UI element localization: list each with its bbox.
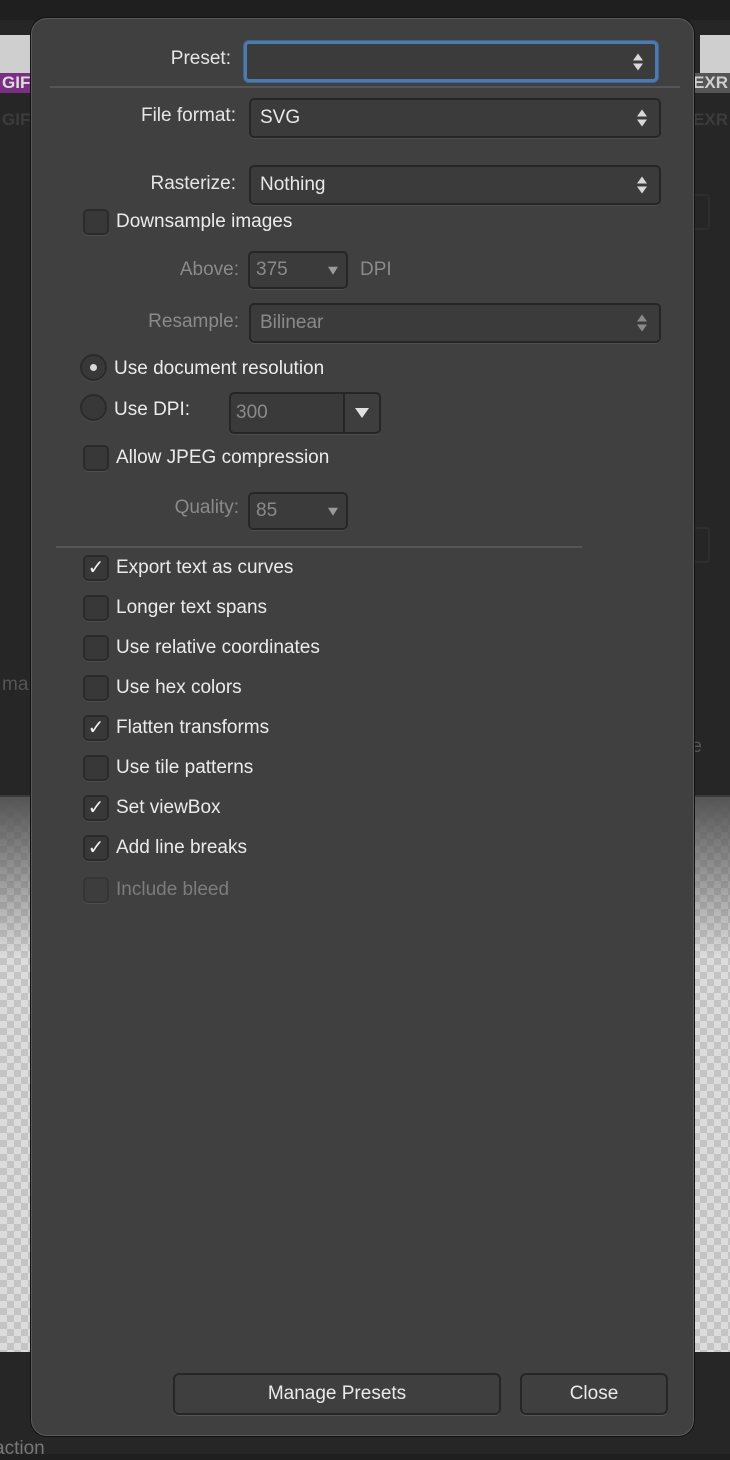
use-dpi-value[interactable]: 300 — [231, 394, 345, 432]
close-button[interactable]: Close — [520, 1373, 668, 1415]
preset-label: Preset: — [171, 48, 231, 70]
export-svg-dialog: Preset: File format: SVG Rasterize: Noth… — [31, 18, 694, 1436]
file-format-value: SVG — [260, 107, 300, 129]
rasterize-popup[interactable]: Nothing — [249, 165, 661, 205]
use-dpi-label: Use DPI: — [114, 399, 190, 421]
popup-stepper-icon — [637, 110, 647, 127]
allow-jpeg-compression-checkbox[interactable] — [83, 445, 109, 471]
use-dpi-radio[interactable] — [80, 394, 107, 421]
export-text-as-curves-checkbox[interactable]: ✓ — [83, 555, 109, 581]
manage-presets-button[interactable]: Manage Presets — [173, 1373, 501, 1415]
exr-document-icon — [700, 35, 730, 73]
use-tile-patterns-label: Use tile patterns — [116, 757, 253, 779]
downsample-images-checkbox[interactable] — [83, 209, 109, 235]
chevron-down-icon — [328, 508, 338, 516]
exr-format-label: EXR — [691, 110, 730, 130]
resample-value: Bilinear — [260, 312, 323, 334]
background-text: action — [0, 1438, 45, 1460]
export-text-as-curves-label: Export text as curves — [116, 557, 293, 579]
use-document-resolution-radio[interactable] — [80, 354, 107, 381]
flatten-transforms-label: Flatten transforms — [116, 717, 269, 739]
popup-stepper-icon — [633, 53, 643, 70]
longer-text-spans-checkbox[interactable] — [83, 595, 109, 621]
set-viewbox-label: Set viewBox — [116, 797, 221, 819]
resample-label: Resample: — [148, 311, 239, 333]
downsample-images-label: Downsample images — [116, 211, 292, 233]
above-label: Above: — [180, 259, 239, 281]
file-format-label: File format: — [141, 105, 236, 127]
triangle-down-icon — [355, 408, 369, 418]
chevron-down-icon — [328, 267, 338, 275]
longer-text-spans-label: Longer text spans — [116, 597, 267, 619]
divider — [50, 86, 680, 88]
background-text: ma — [2, 674, 28, 696]
use-relative-coordinates-checkbox[interactable] — [83, 635, 109, 661]
use-hex-colors-checkbox[interactable] — [83, 675, 109, 701]
preset-popup[interactable] — [244, 41, 658, 82]
rasterize-label: Rasterize: — [150, 173, 236, 195]
set-viewbox-checkbox[interactable]: ✓ — [83, 795, 109, 821]
use-dpi-dropdown-button[interactable] — [345, 394, 379, 432]
use-document-resolution-label: Use document resolution — [114, 358, 324, 380]
use-tile-patterns-checkbox[interactable] — [83, 755, 109, 781]
gif-document-icon — [0, 35, 30, 73]
gif-format-tag[interactable]: GIF — [0, 73, 30, 93]
quality-combo[interactable]: 85 — [248, 492, 348, 530]
popup-stepper-icon — [637, 315, 647, 332]
divider — [56, 546, 582, 548]
quality-label: Quality: — [175, 497, 239, 519]
flatten-transforms-checkbox[interactable]: ✓ — [83, 715, 109, 741]
allow-jpeg-compression-label: Allow JPEG compression — [116, 447, 329, 469]
quality-value: 85 — [256, 500, 277, 522]
add-line-breaks-label: Add line breaks — [116, 837, 247, 859]
gif-format-label: GIF — [0, 110, 32, 130]
include-bleed-checkbox — [83, 877, 109, 903]
use-relative-coordinates-label: Use relative coordinates — [116, 637, 320, 659]
resample-popup[interactable]: Bilinear — [249, 303, 661, 343]
add-line-breaks-checkbox[interactable]: ✓ — [83, 835, 109, 861]
use-dpi-combo[interactable]: 300 — [229, 392, 381, 434]
rasterize-value: Nothing — [260, 174, 326, 196]
above-dpi-combo[interactable]: 375 — [248, 251, 348, 289]
dpi-unit-label: DPI — [360, 259, 392, 281]
exr-format-tag[interactable]: EXR — [691, 73, 730, 93]
above-dpi-value: 375 — [256, 259, 288, 281]
use-hex-colors-label: Use hex colors — [116, 677, 242, 699]
popup-stepper-icon — [637, 177, 647, 194]
right-file-panel — [690, 20, 730, 797]
file-format-popup[interactable]: SVG — [249, 98, 661, 138]
include-bleed-label: Include bleed — [116, 879, 229, 901]
